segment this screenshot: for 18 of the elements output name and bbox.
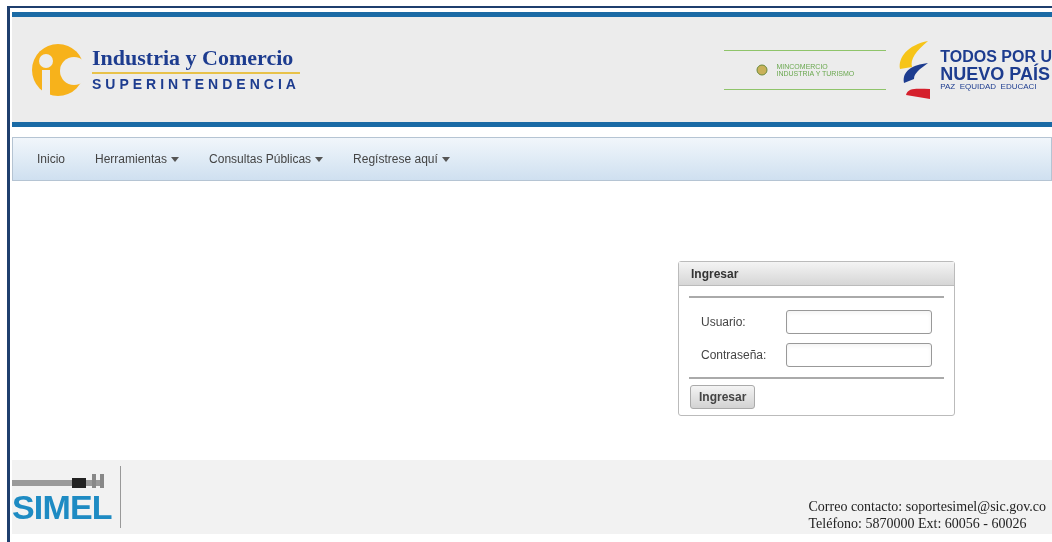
field-label: Usuario:: [701, 314, 746, 331]
nav-item[interactable]: Regístrese aquí: [353, 150, 450, 168]
input-field[interactable]: [786, 343, 932, 367]
nav-item[interactable]: Inicio: [37, 150, 65, 168]
login-button[interactable]: Ingresar: [690, 385, 756, 409]
nav-item[interactable]: Consultas Públicas: [209, 150, 324, 168]
panel-title: Ingresar: [679, 262, 954, 286]
nav-item[interactable]: Herramientas: [95, 150, 180, 168]
slogan-tagline: PAZ EQUIDAD EDUCACI: [940, 82, 1038, 91]
contact-text: Teléfono: 5870000 Ext: 60056 - 60026: [808, 515, 1028, 532]
seal-icon: [756, 63, 769, 76]
input-field[interactable]: [786, 310, 932, 334]
contact-text: Correo contacto: soportesimel@sic.gov.co: [808, 498, 1046, 515]
simel-logo: SIMEL: [12, 490, 112, 524]
logo-title: Industria y Comercio: [92, 44, 300, 74]
logo-subtitle: SUPERINTENDENCIA: [92, 74, 300, 94]
field-label: Contraseña:: [701, 347, 767, 364]
slogan-title: NUEVO PAÍS: [940, 64, 1051, 83]
